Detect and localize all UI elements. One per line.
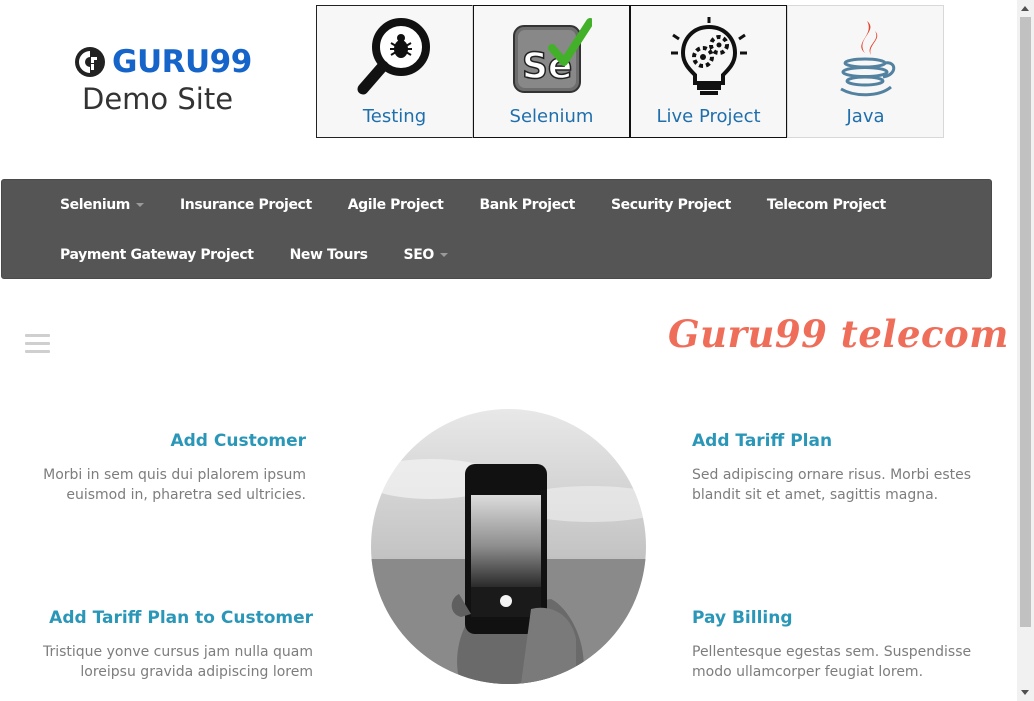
nav-item-agile-project[interactable]: Agile Project xyxy=(330,194,462,216)
vertical-scrollbar[interactable] xyxy=(1017,0,1034,701)
tile-label-selenium: Selenium xyxy=(509,106,594,127)
nav-item-selenium[interactable]: Selenium xyxy=(42,194,162,216)
lightbulb-gears-icon xyxy=(666,14,752,100)
main-navbar: Selenium Insurance Project Agile Project… xyxy=(1,179,992,279)
caret-down-icon xyxy=(439,253,448,257)
tile-live-project[interactable]: Live Project xyxy=(630,5,787,138)
add-tariff-plan-to-customer-link[interactable]: Add Tariff Plan to Customer xyxy=(40,608,313,628)
page: GURU99 Demo Site Testing Se Selenium Liv… xyxy=(0,0,1034,701)
nav-label: SEO xyxy=(403,247,435,263)
tile-label-live-project: Live Project xyxy=(656,106,761,127)
feature-description: Pellentesque egestas sem. Suspendisse mo… xyxy=(692,644,972,680)
tile-testing[interactable]: Testing xyxy=(316,5,473,138)
tile-java[interactable]: Java xyxy=(787,5,944,138)
feature-add-tariff-plan-to-customer: Add Tariff Plan to Customer Tristique yo… xyxy=(40,608,313,682)
scroll-down-arrow-icon[interactable] xyxy=(1021,690,1029,695)
hamburger-menu-icon[interactable] xyxy=(25,334,50,354)
feature-pay-billing: Pay Billing Pellentesque egestas sem. Su… xyxy=(692,608,972,682)
svg-text:Se: Se xyxy=(522,46,572,87)
nav-item-payment-gateway-project[interactable]: Payment Gateway Project xyxy=(42,244,272,266)
logo-brand: GURU99 xyxy=(112,44,252,80)
add-customer-link[interactable]: Add Customer xyxy=(40,431,306,451)
feature-description: Morbi in sem quis dui plalorem ipsum eui… xyxy=(43,467,306,503)
nav-row-2: Payment Gateway Project New Tours SEO xyxy=(42,244,466,266)
selenium-logo-icon: Se xyxy=(509,14,595,100)
feature-description: Tristique yonve cursus jam nulla quam lo… xyxy=(42,644,313,680)
tile-label-testing: Testing xyxy=(362,106,427,127)
nav-label: Selenium xyxy=(60,197,130,213)
page-title: Guru99 telecom xyxy=(668,312,1009,356)
pay-billing-link[interactable]: Pay Billing xyxy=(692,608,972,628)
phone-photo xyxy=(371,409,646,684)
magnifier-bug-icon xyxy=(352,14,438,100)
nav-item-bank-project[interactable]: Bank Project xyxy=(461,194,593,216)
nav-item-seo[interactable]: SEO xyxy=(386,244,466,266)
logo-subtitle: Demo Site xyxy=(82,82,234,116)
guru99-logo-icon xyxy=(75,47,105,77)
caret-down-icon xyxy=(136,203,144,207)
nav-row-1: Selenium Insurance Project Agile Project… xyxy=(42,194,904,216)
feature-add-tariff-plan: Add Tariff Plan Sed adipiscing ornare ri… xyxy=(692,431,972,505)
nav-item-telecom-project[interactable]: Telecom Project xyxy=(749,194,904,216)
course-tiles: Testing Se Selenium Live Project Java xyxy=(316,5,944,138)
tile-label-java: Java xyxy=(846,106,885,127)
scroll-thumb[interactable] xyxy=(1020,17,1031,627)
feature-add-customer: Add Customer Morbi in sem quis dui plalo… xyxy=(40,431,306,505)
feature-description: Sed adipiscing ornare risus. Morbi estes… xyxy=(692,467,972,503)
site-logo[interactable]: GURU99 Demo Site xyxy=(74,44,264,116)
scroll-up-arrow-icon[interactable] xyxy=(1021,6,1029,11)
nav-item-security-project[interactable]: Security Project xyxy=(593,194,749,216)
tile-selenium[interactable]: Se Selenium xyxy=(473,5,630,138)
nav-item-new-tours[interactable]: New Tours xyxy=(272,244,386,266)
java-logo-icon xyxy=(823,14,909,100)
nav-item-insurance-project[interactable]: Insurance Project xyxy=(162,194,330,216)
add-tariff-plan-link[interactable]: Add Tariff Plan xyxy=(692,431,972,451)
logo-row: GURU99 xyxy=(74,44,264,80)
